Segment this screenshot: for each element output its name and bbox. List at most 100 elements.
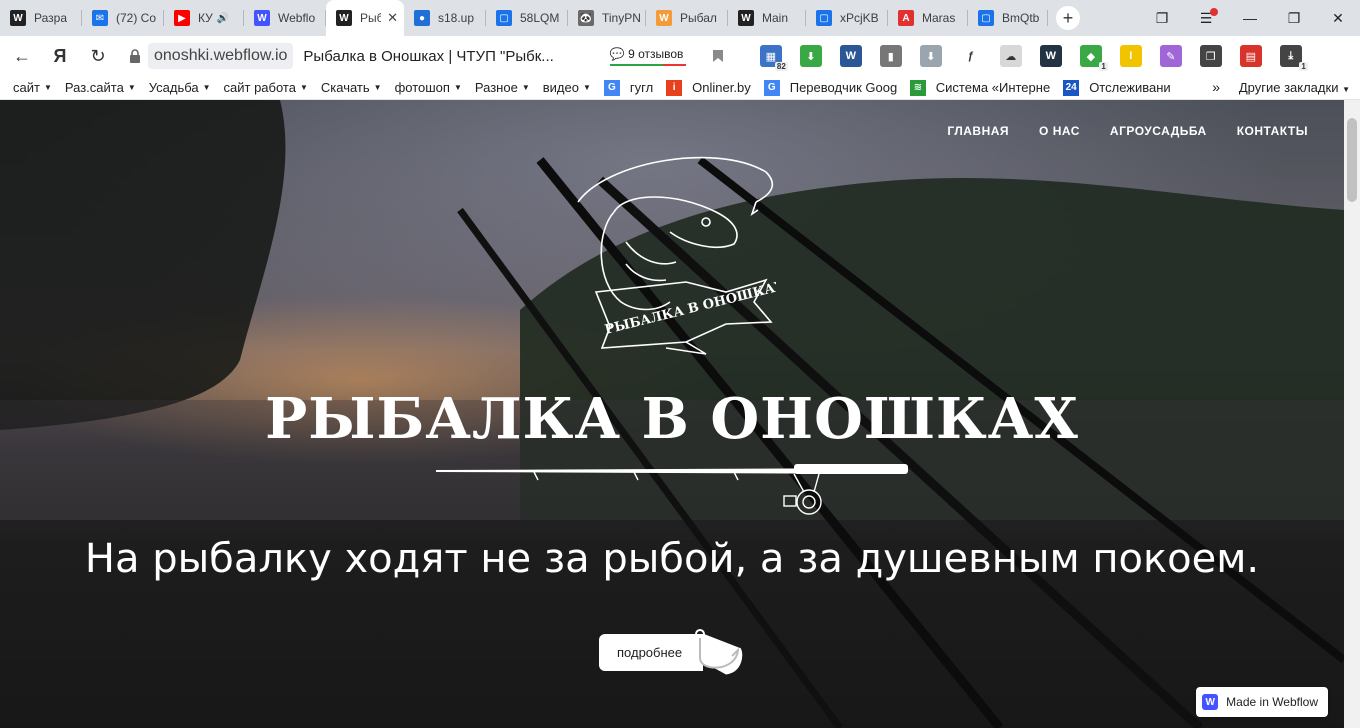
scrollbar-thumb[interactable] xyxy=(1347,118,1357,202)
webflow-icon: W xyxy=(738,10,754,26)
close-window-button[interactable]: ✕ xyxy=(1316,0,1360,36)
pdf-icon[interactable]: ▤ xyxy=(1239,45,1262,67)
bookmark-folder[interactable]: сайт работа ▼ xyxy=(224,80,308,95)
pen-icon[interactable]: ✎ xyxy=(1159,45,1182,67)
nav-link[interactable]: ГЛАВНАЯ xyxy=(947,124,1009,138)
extensions-toolbar: ▦ 82 ⬇ W ▮ ⬇ ƒ ☁ W ◆ 1 I ✎ ❐ ▤ ⤓ 1 xyxy=(759,45,1320,71)
panels-icon[interactable]: ▮ xyxy=(879,45,902,67)
made-in-webflow-badge[interactable]: W Made in Webflow xyxy=(1196,687,1328,717)
bookmark-link[interactable]: i Onliner.by xyxy=(666,79,751,96)
screenshot-icon: ▢ xyxy=(816,10,832,26)
script-icon[interactable]: ƒ xyxy=(959,45,982,67)
browser-tab[interactable]: W Webflo xyxy=(244,0,326,36)
bookmark-folder[interactable]: Усадьба ▼ xyxy=(149,80,211,95)
made-in-webflow-label: Made in Webflow xyxy=(1226,695,1318,709)
tab-label: s18.up xyxy=(438,11,475,25)
bookmark-link[interactable]: Gгугл xyxy=(603,79,653,96)
minimize-button[interactable]: — xyxy=(1228,0,1272,36)
google-icon: G xyxy=(603,79,620,96)
bookmark-label: Скачать xyxy=(320,80,370,95)
bookmark-folder[interactable]: фотошоп ▼ xyxy=(395,80,462,95)
bookmarks-overflow-icon[interactable]: » xyxy=(1212,79,1220,95)
fishing-rod-icon xyxy=(436,464,908,515)
tab-label: (72) Co xyxy=(116,11,157,25)
extension-badge-count: 82 xyxy=(774,62,788,71)
webflow-icon: W xyxy=(336,10,352,26)
reload-button[interactable]: ↻ xyxy=(82,40,114,72)
notifications-icon[interactable]: ☰ xyxy=(1184,0,1228,36)
calendar-icon[interactable]: ▦ 82 xyxy=(759,45,788,71)
collections-icon[interactable]: ❐ xyxy=(1199,45,1222,67)
new-tab-button[interactable]: + xyxy=(1056,6,1080,30)
bookmark-label: Переводчик Goog xyxy=(789,80,898,95)
bookmark-link[interactable]: 24 Отслеживани xyxy=(1063,79,1171,96)
browser-tab[interactable]: ● s18.up xyxy=(404,0,486,36)
browser-tab[interactable]: ▶ КУ 🔊 xyxy=(164,0,244,36)
page-scrollbar[interactable] xyxy=(1344,100,1360,728)
back-button[interactable]: ← xyxy=(6,40,38,72)
yandex-icon[interactable]: Я xyxy=(44,40,76,72)
bookmark-folder[interactable]: Скачать ▼ xyxy=(321,80,382,95)
cloud-icon[interactable]: ☁ xyxy=(999,45,1022,67)
youtube-icon: ▶ xyxy=(174,10,190,26)
browser-tab[interactable]: W Разра xyxy=(0,0,82,36)
bookmark-folder[interactable]: Разное ▼ xyxy=(475,80,530,95)
reviews-badge[interactable]: 💬 9 отзывов xyxy=(609,47,686,66)
bookmark-label: Раз.сайта xyxy=(64,80,124,95)
browser-tab[interactable]: ✉ (72) Co xyxy=(82,0,164,36)
webflow-icon: W xyxy=(10,10,26,26)
tab-label: BmQtb xyxy=(1002,11,1040,25)
bookmark-icon[interactable] xyxy=(712,49,724,63)
browser-tab[interactable]: ▢ 58LQM xyxy=(486,0,568,36)
word-icon[interactable]: W xyxy=(839,45,862,67)
bookmark-folder[interactable]: Раз.сайта ▼ xyxy=(65,80,136,95)
browser-tab[interactable]: ▢ xPcjKB xyxy=(806,0,888,36)
collections-icon[interactable]: ❐ xyxy=(1140,0,1184,36)
other-bookmarks-folder[interactable]: Другие закладки ▼ xyxy=(1239,80,1350,95)
browser-tab[interactable]: W Рыб ✕ xyxy=(326,0,404,36)
audio-playing-icon[interactable]: 🔊 xyxy=(217,13,229,24)
nav-link[interactable]: КОНТАКТЫ xyxy=(1237,124,1308,138)
webflow-orange-icon: W xyxy=(656,10,672,26)
restore-button[interactable]: ❐ xyxy=(1272,0,1316,36)
browser-tab[interactable]: W Рыбал xyxy=(646,0,728,36)
tab-label: 58LQM xyxy=(520,11,560,25)
page-title: Рыбалка в Оношках | ЧТУП "Рыбк... xyxy=(303,47,554,65)
screenshot-icon: ▢ xyxy=(496,10,512,26)
more-button-label: подробнее xyxy=(617,645,683,660)
browser-tab[interactable]: ▢ BmQtb xyxy=(968,0,1048,36)
tracking-icon: 24 xyxy=(1063,79,1080,96)
bookmark-folder[interactable]: сайт ▼ xyxy=(13,80,52,95)
mail-icon: ✉ xyxy=(92,10,108,26)
browser-tab[interactable]: A Maras xyxy=(888,0,968,36)
chevron-down-icon: ▼ xyxy=(453,83,462,92)
bookmark-link[interactable]: ≋ Система «Интерне xyxy=(910,79,1050,96)
yellow-icon[interactable]: I xyxy=(1119,45,1142,67)
bookmark-label: сайт xyxy=(13,80,40,95)
hero-section: ГЛАВНАЯ О НАС АГРОУСАДЬБА КОНТАКТЫ РЫБАЛКА … xyxy=(0,100,1344,728)
chevron-down-icon: ▼ xyxy=(43,83,52,92)
tab-label: Webflo xyxy=(278,11,316,25)
webflow-ext-icon[interactable]: W xyxy=(1039,45,1062,67)
browser-tab[interactable]: 🐼 TinyPN xyxy=(568,0,646,36)
chevron-down-icon: ▼ xyxy=(373,83,382,92)
nav-link[interactable]: О НАС xyxy=(1039,124,1080,138)
download-gray-icon[interactable]: ⬇ xyxy=(919,45,942,67)
close-tab-icon[interactable]: ✕ xyxy=(387,10,398,26)
download-green-icon[interactable]: ⬇ xyxy=(799,45,822,67)
tab-label: Рыбал xyxy=(680,11,717,25)
nav-link[interactable]: АГРОУСАДЬБА xyxy=(1110,124,1207,138)
shield-icon[interactable]: ◆ 1 xyxy=(1079,45,1108,71)
omnibox[interactable]: onoshki.webflow.io Рыбалка в Оношках | Ч… xyxy=(120,41,554,71)
bookmark-folder[interactable]: видео ▼ xyxy=(543,80,591,95)
bookmark-label: Усадьба xyxy=(148,80,199,95)
bookmark-link[interactable]: G Переводчик Goog xyxy=(763,79,898,96)
bookmark-label: видео xyxy=(542,80,579,95)
url-host[interactable]: onoshki.webflow.io xyxy=(148,43,294,69)
downloads-icon[interactable]: ⤓ 1 xyxy=(1279,45,1308,71)
tab-label: xPcjKB xyxy=(840,11,879,25)
hero-title: РЫБАЛКА В ОНОШКАХ xyxy=(265,386,1079,452)
tab-label: TinyPN xyxy=(602,11,640,25)
browser-tab[interactable]: W Main xyxy=(728,0,806,36)
webflow-icon: W xyxy=(254,10,270,26)
